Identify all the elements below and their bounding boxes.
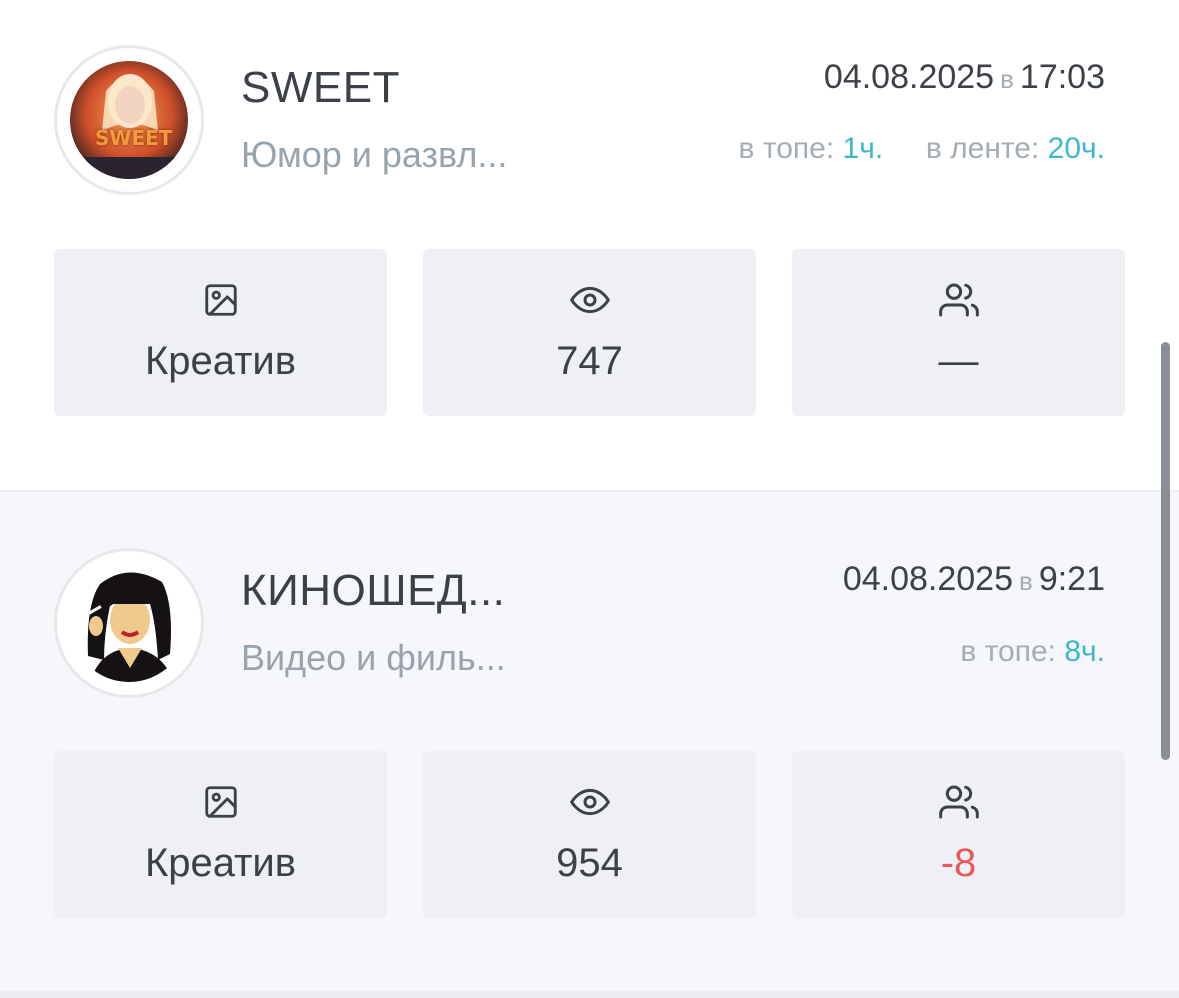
subscribers-tile: —	[792, 249, 1125, 416]
top-label: в топе:	[960, 635, 1056, 668]
users-icon	[938, 781, 980, 823]
channel-avatar[interactable]: SWEET	[54, 45, 204, 195]
image-icon	[200, 279, 242, 321]
channel-name[interactable]: SWEET	[241, 63, 400, 113]
placement-stats: в топе: 1ч. в ленте: 20ч.	[739, 132, 1105, 166]
channel-category: Юмор и развл...	[241, 134, 508, 175]
post-date: 04.08.2025	[842, 560, 1013, 598]
subscribers-tile: -8	[792, 751, 1125, 918]
feed-label: в ленте:	[925, 132, 1040, 165]
views-tile: 954	[423, 751, 756, 918]
image-icon	[200, 781, 242, 823]
placement-stats: в топе: 8ч.	[960, 635, 1105, 669]
creative-tile[interactable]: Креатив	[54, 249, 387, 416]
users-icon	[938, 279, 980, 321]
subscribers-delta: —	[938, 339, 979, 383]
creative-tile[interactable]: Креатив	[54, 751, 387, 918]
tile-label: Креатив	[144, 841, 297, 885]
channel-category: Видео и филь...	[241, 637, 506, 678]
post-datetime: 04.08.2025 в 9:21	[843, 560, 1105, 599]
subscribers-delta: -8	[940, 841, 977, 885]
tile-label: Креатив	[144, 339, 297, 383]
eye-icon	[569, 279, 611, 321]
scrollbar[interactable]	[1161, 342, 1170, 760]
at-word: в	[1019, 566, 1033, 596]
at-word: в	[1000, 64, 1014, 94]
views-count: 747	[556, 339, 623, 383]
eye-icon	[569, 781, 611, 823]
views-count: 954	[556, 841, 623, 885]
avatar-logo-text: SWEET	[95, 126, 173, 150]
top-value: 1ч.	[842, 132, 884, 165]
avatar-image	[70, 564, 188, 682]
post-date: 04.08.2025	[823, 58, 995, 96]
views-tile: 747	[423, 249, 756, 416]
post-card[interactable]: SWEET SWEET Юмор и развл... 04.08.2025 в 1…	[0, 0, 1179, 490]
feed-value: 20ч.	[1047, 132, 1105, 165]
post-datetime: 04.08.2025 в 17:03	[824, 58, 1105, 97]
avatar-image	[70, 61, 188, 179]
post-card[interactable]: КИНОШЕД... Видео и филь... 04.08.2025 в 9:…	[0, 490, 1179, 991]
post-time: 9:21	[1038, 560, 1105, 598]
channel-avatar[interactable]	[54, 548, 204, 698]
channel-name[interactable]: КИНОШЕД...	[241, 566, 505, 616]
top-value: 8ч.	[1064, 635, 1105, 668]
post-time: 17:03	[1019, 58, 1105, 96]
divider	[0, 991, 1179, 998]
top-label: в топе:	[738, 132, 835, 165]
